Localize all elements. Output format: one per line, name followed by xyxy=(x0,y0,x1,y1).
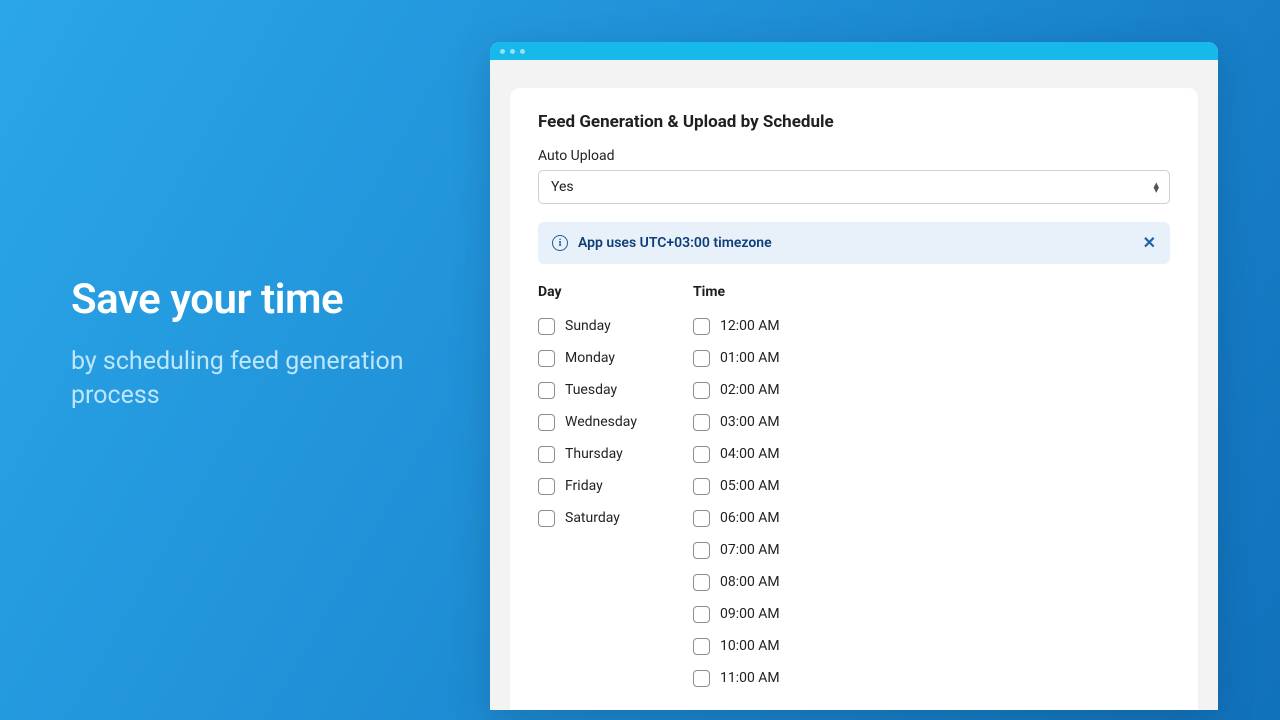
day-row: Thursday xyxy=(538,438,637,470)
time-row: 11:00 AM xyxy=(693,662,780,694)
time-row: 04:00 AM xyxy=(693,438,780,470)
time-row: 08:00 AM xyxy=(693,566,780,598)
day-checkbox[interactable] xyxy=(538,446,555,463)
time-row: 12:00 AM xyxy=(693,310,780,342)
time-label: 02:00 AM xyxy=(720,382,780,398)
traffic-light-icon xyxy=(520,49,525,54)
day-label: Thursday xyxy=(565,446,623,462)
day-label: Saturday xyxy=(565,510,620,526)
marketing-canvas: Save your time by scheduling feed genera… xyxy=(0,0,1280,720)
content-pane: Feed Generation & Upload by Schedule Aut… xyxy=(490,60,1218,710)
time-row: 02:00 AM xyxy=(693,374,780,406)
time-column: Time 12:00 AM 01:00 AM 02:00 AM 03:00 AM 04:… xyxy=(693,284,780,694)
day-label: Wednesday xyxy=(565,414,637,430)
day-label: Tuesday xyxy=(565,382,617,398)
day-row: Saturday xyxy=(538,502,637,534)
schedule-card: Feed Generation & Upload by Schedule Aut… xyxy=(510,88,1198,710)
time-label: 12:00 AM xyxy=(720,318,780,334)
time-row: 01:00 AM xyxy=(693,342,780,374)
auto-upload-label: Auto Upload xyxy=(538,148,1170,164)
time-row: 07:00 AM xyxy=(693,534,780,566)
promo-subline: by scheduling feed generation process xyxy=(71,345,431,413)
time-checkbox[interactable] xyxy=(693,606,710,623)
day-checkbox[interactable] xyxy=(538,414,555,431)
time-label: 01:00 AM xyxy=(720,350,780,366)
time-label: 11:00 AM xyxy=(720,670,780,686)
time-label: 05:00 AM xyxy=(720,478,780,494)
time-row: 10:00 AM xyxy=(693,630,780,662)
time-row: 09:00 AM xyxy=(693,598,780,630)
day-row: Sunday xyxy=(538,310,637,342)
day-checkbox[interactable] xyxy=(538,382,555,399)
time-checkbox[interactable] xyxy=(693,542,710,559)
day-row: Monday xyxy=(538,342,637,374)
day-label: Sunday xyxy=(565,318,611,334)
window-titlebar xyxy=(490,42,1218,60)
day-label: Friday xyxy=(565,478,603,494)
traffic-light-icon xyxy=(500,49,505,54)
banner-text: App uses UTC+03:00 timezone xyxy=(578,235,772,251)
time-checkbox[interactable] xyxy=(693,638,710,655)
time-label: 08:00 AM xyxy=(720,574,780,590)
promo-copy: Save your time by scheduling feed genera… xyxy=(71,277,431,413)
day-label: Monday xyxy=(565,350,615,366)
time-label: 06:00 AM xyxy=(720,510,780,526)
time-checkbox[interactable] xyxy=(693,350,710,367)
promo-headline: Save your time xyxy=(71,277,431,323)
time-checkbox[interactable] xyxy=(693,382,710,399)
time-checkbox[interactable] xyxy=(693,414,710,431)
day-checkbox[interactable] xyxy=(538,350,555,367)
info-icon: i xyxy=(552,235,568,251)
time-checkbox[interactable] xyxy=(693,670,710,687)
time-checkbox[interactable] xyxy=(693,574,710,591)
time-checkbox[interactable] xyxy=(693,318,710,335)
day-header: Day xyxy=(538,284,637,300)
card-title: Feed Generation & Upload by Schedule xyxy=(538,112,1170,132)
time-label: 07:00 AM xyxy=(720,542,780,558)
day-row: Wednesday xyxy=(538,406,637,438)
time-checkbox[interactable] xyxy=(693,510,710,527)
day-checkbox[interactable] xyxy=(538,478,555,495)
time-label: 10:00 AM xyxy=(720,638,780,654)
day-row: Tuesday xyxy=(538,374,637,406)
time-label: 04:00 AM xyxy=(720,446,780,462)
time-label: 03:00 AM xyxy=(720,414,780,430)
timezone-banner: i App uses UTC+03:00 timezone ✕ xyxy=(538,222,1170,264)
time-checkbox[interactable] xyxy=(693,478,710,495)
day-column: Day Sunday Monday Tuesday Wednesday Thursday… xyxy=(538,284,637,694)
time-row: 03:00 AM xyxy=(693,406,780,438)
schedule-columns: Day Sunday Monday Tuesday Wednesday Thursday… xyxy=(538,284,1170,694)
day-checkbox[interactable] xyxy=(538,510,555,527)
close-icon[interactable]: ✕ xyxy=(1143,235,1156,251)
time-row: 06:00 AM xyxy=(693,502,780,534)
traffic-light-icon xyxy=(510,49,515,54)
auto-upload-select[interactable]: Yes ▴▾ xyxy=(538,170,1170,204)
time-row: 05:00 AM xyxy=(693,470,780,502)
day-checkbox[interactable] xyxy=(538,318,555,335)
time-label: 09:00 AM xyxy=(720,606,780,622)
time-checkbox[interactable] xyxy=(693,446,710,463)
select-chevron-icon: ▴▾ xyxy=(1153,182,1159,192)
auto-upload-value: Yes xyxy=(551,179,574,195)
day-row: Friday xyxy=(538,470,637,502)
app-window: Feed Generation & Upload by Schedule Aut… xyxy=(490,42,1218,710)
time-header: Time xyxy=(693,284,780,300)
